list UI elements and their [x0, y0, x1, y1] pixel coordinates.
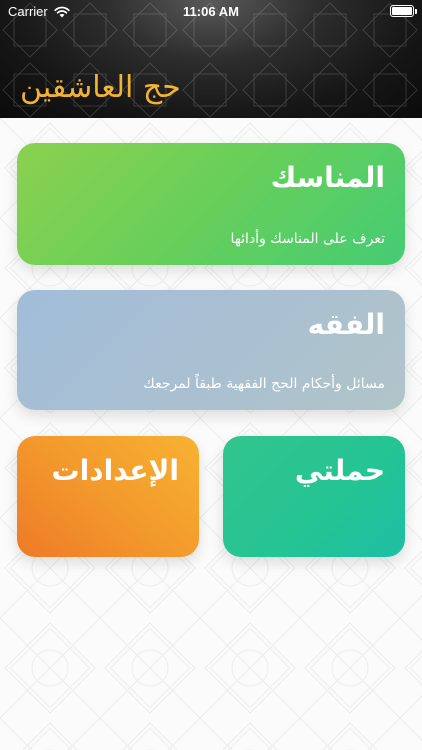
manasik-subtitle: تعرف على المناسك وأدائها — [230, 231, 385, 247]
battery-icon — [390, 5, 417, 17]
battery-level — [392, 7, 412, 15]
status-time: 11:06 AM — [183, 4, 239, 19]
campaign-title: حملتي — [294, 454, 385, 487]
manasik-card[interactable]: المناسك تعرف على المناسك وأدائها — [17, 143, 405, 265]
status-bar: Carrier 11:06 AM — [0, 0, 422, 24]
fiqh-title: الفقه — [307, 308, 385, 341]
manasik-title: المناسك — [270, 161, 385, 194]
settings-title: الإعدادات — [51, 454, 179, 487]
fiqh-subtitle: مسائل وأحكام الحج الفقهية طبقاً لمرجعك — [143, 376, 385, 392]
app-header: Carrier 11:06 AM حج العاشقين — [0, 0, 422, 118]
settings-card[interactable]: الإعدادات — [17, 436, 199, 557]
fiqh-card[interactable]: الفقه مسائل وأحكام الحج الفقهية طبقاً لم… — [17, 290, 405, 410]
app-title: حج العاشقين — [20, 70, 181, 105]
battery-nub — [415, 9, 417, 14]
campaign-card[interactable]: حملتي — [223, 436, 405, 557]
